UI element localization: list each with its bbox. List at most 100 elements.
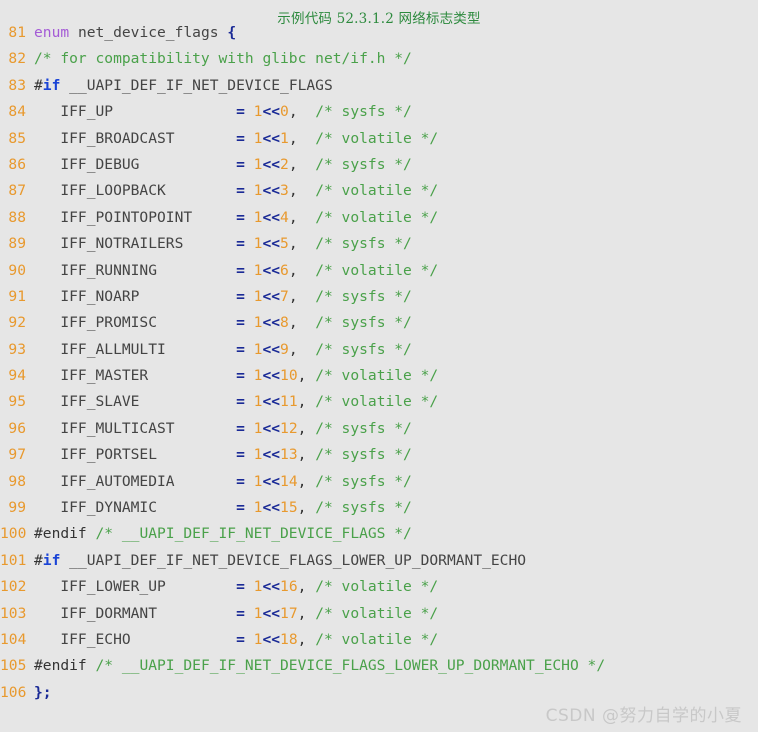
code-token: 18 — [280, 630, 298, 648]
code-figure: 示例代码 52.3.1.2 网络标志类型 81 enum net_device_f… — [0, 0, 764, 732]
line-content: IFF_DYNAMIC = 1<<15, /* sysfs */ — [34, 495, 758, 521]
code-token: , — [297, 578, 316, 596]
line-number: 85 — [8, 129, 26, 147]
code-line: 103 IFF_DORMANT = 1<<17, /* volatile */ — [0, 601, 758, 627]
line-content: IFF_LOWER_UP = 1<<16, /* volatile */ — [34, 574, 758, 600]
code-token: << — [262, 630, 281, 648]
code-token: 7 — [280, 287, 289, 305]
code-token: = — [227, 208, 254, 226]
code-token: , — [297, 367, 316, 385]
code-token: __UAPI_DEF_IF_NET_DEVICE_FLAGS_LOWER_UP_… — [60, 551, 527, 569]
code-token: << — [262, 155, 281, 173]
code-token: /* sysfs */ — [315, 340, 412, 358]
code-line: 102 IFF_LOWER_UP = 1<<16, /* volatile */ — [0, 574, 758, 600]
code-line: 91 IFF_NOARP = 1<<7, /* sysfs */ — [0, 284, 758, 310]
line-number: 81 — [8, 24, 26, 41]
code-token: , — [288, 103, 316, 121]
code-token: /* sysfs */ — [315, 472, 412, 490]
code-token: << — [262, 604, 281, 622]
code-token: net_device_flags — [69, 24, 228, 41]
code-token: , — [288, 235, 316, 253]
code-token: /* volatile */ — [315, 578, 439, 596]
line-number: 104 — [0, 630, 27, 648]
code-token: /* volatile */ — [315, 182, 439, 200]
line-content: #if __UAPI_DEF_IF_NET_DEVICE_FLAGS_LOWER… — [34, 548, 758, 574]
line-content: #endif /* __UAPI_DEF_IF_NET_DEVICE_FLAGS… — [34, 653, 758, 679]
code-token: << — [262, 446, 281, 464]
code-token: /* sysfs */ — [315, 235, 412, 253]
code-token: /* volatile */ — [315, 261, 439, 279]
line-content: #endif /* __UAPI_DEF_IF_NET_DEVICE_FLAGS… — [34, 521, 758, 547]
code-line: 99 IFF_DYNAMIC = 1<<15, /* sysfs */ — [0, 495, 758, 521]
code-token: IFF_MASTER — [34, 367, 228, 385]
code-line: 93 IFF_ALLMULTI = 1<<9, /* sysfs */ — [0, 337, 758, 363]
code-token: = — [227, 393, 254, 411]
code-line: 106}; — [0, 680, 758, 706]
code-token: 6 — [280, 261, 289, 279]
code-token: = — [227, 155, 254, 173]
code-token: , — [297, 630, 316, 648]
code-line: 94 IFF_MASTER = 1<<10, /* volatile */ — [0, 363, 758, 389]
code-token: 5 — [280, 235, 289, 253]
code-line: 95 IFF_SLAVE = 1<<11, /* volatile */ — [0, 389, 758, 415]
code-token: /* __UAPI_DEF_IF_NET_DEVICE_FLAGS */ — [95, 525, 412, 543]
code-token: = — [227, 182, 254, 200]
code-token: IFF_LOWER_UP — [34, 578, 228, 596]
code-token: 13 — [280, 446, 298, 464]
code-token: /* volatile */ — [315, 208, 439, 226]
code-token: << — [262, 103, 281, 121]
code-token: = — [227, 314, 254, 332]
line-number: 96 — [8, 419, 26, 437]
line-content: IFF_MULTICAST = 1<<12, /* sysfs */ — [34, 416, 758, 442]
code-token: 9 — [280, 340, 289, 358]
code-token: 1 — [280, 129, 289, 147]
code-token: 3 — [280, 182, 289, 200]
line-content: IFF_POINTOPOINT = 1<<4, /* volatile */ — [34, 205, 758, 231]
line-content: IFF_NOARP = 1<<7, /* sysfs */ — [34, 284, 758, 310]
line-content: /* for compatibility with glibc net/if.h… — [34, 46, 758, 72]
code-token: }; — [34, 683, 52, 701]
code-token: = — [227, 287, 254, 305]
code-token: , — [288, 182, 316, 200]
code-token: /* sysfs */ — [315, 499, 412, 517]
code-token: , — [288, 261, 316, 279]
code-token: = — [227, 129, 254, 147]
code-token: enum — [34, 24, 70, 41]
line-content: IFF_BROADCAST = 1<<1, /* volatile */ — [34, 126, 758, 152]
code-token: = — [227, 340, 254, 358]
code-token: IFF_DORMANT — [34, 604, 228, 622]
code-token: 12 — [280, 419, 298, 437]
code-token: IFF_MULTICAST — [34, 419, 228, 437]
code-token: # — [34, 551, 43, 569]
code-token: 4 — [280, 208, 289, 226]
line-number: 83 — [8, 76, 26, 94]
code-line: 92 IFF_PROMISC = 1<<8, /* sysfs */ — [0, 310, 758, 336]
line-number: 100 — [0, 525, 27, 543]
code-token: IFF_LOOPBACK — [34, 182, 228, 200]
code-token: IFF_PORTSEL — [34, 446, 228, 464]
line-content: IFF_PROMISC = 1<<8, /* sysfs */ — [34, 310, 758, 336]
line-number: 82 — [8, 50, 26, 68]
code-token: IFF_POINTOPOINT — [34, 208, 228, 226]
code-token: /* for compatibility with glibc net/if.h… — [34, 50, 412, 68]
line-number: 91 — [8, 287, 26, 305]
line-number: 84 — [8, 103, 26, 121]
line-content: IFF_SLAVE = 1<<11, /* volatile */ — [34, 389, 758, 415]
line-content: #if __UAPI_DEF_IF_NET_DEVICE_FLAGS — [34, 73, 758, 99]
code-token: 0 — [280, 103, 289, 121]
line-number: 93 — [8, 340, 26, 358]
line-content: IFF_UP = 1<<0, /* sysfs */ — [34, 99, 758, 125]
code-line: 89 IFF_NOTRAILERS = 1<<5, /* sysfs */ — [0, 231, 758, 257]
code-token: IFF_RUNNING — [34, 261, 228, 279]
line-number: 88 — [8, 208, 26, 226]
code-token: /* sysfs */ — [315, 314, 412, 332]
code-token: /* volatile */ — [315, 393, 439, 411]
code-token: , — [297, 604, 316, 622]
line-number: 97 — [8, 446, 26, 464]
code-token: = — [227, 604, 254, 622]
code-token: /* sysfs */ — [315, 103, 412, 121]
line-content: IFF_AUTOMEDIA = 1<<14, /* sysfs */ — [34, 469, 758, 495]
code-line: 97 IFF_PORTSEL = 1<<13, /* sysfs */ — [0, 442, 758, 468]
code-token: IFF_DYNAMIC — [34, 499, 228, 517]
code-token: << — [262, 499, 281, 517]
